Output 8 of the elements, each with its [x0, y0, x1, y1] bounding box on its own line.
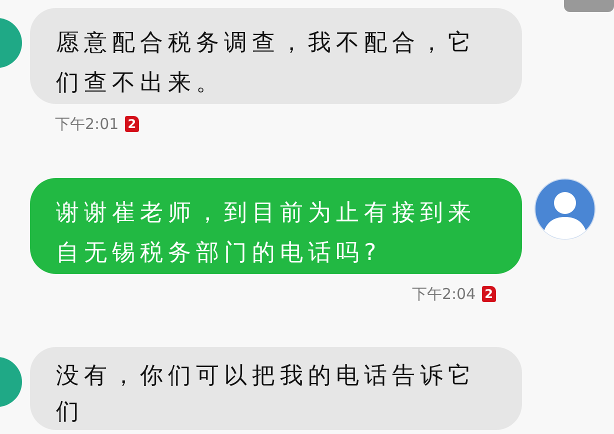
timestamp: 下午2:01 — [55, 114, 119, 135]
message-bubble: 愿意配合税务调查，我不配合，它们查不出来。 — [30, 8, 522, 104]
avatar[interactable] — [534, 178, 596, 240]
sim-card-badge: 2 — [482, 286, 496, 302]
timestamp: 下午2:04 — [412, 284, 476, 305]
sim-card-badge: 2 — [124, 116, 140, 132]
message-bubble: 谢谢崔老师，到目前为止有接到来自无锡税务部门的电话吗? — [30, 178, 522, 274]
message-bubble: 没有，你们可以把我的电话告诉它们 — [30, 347, 522, 430]
